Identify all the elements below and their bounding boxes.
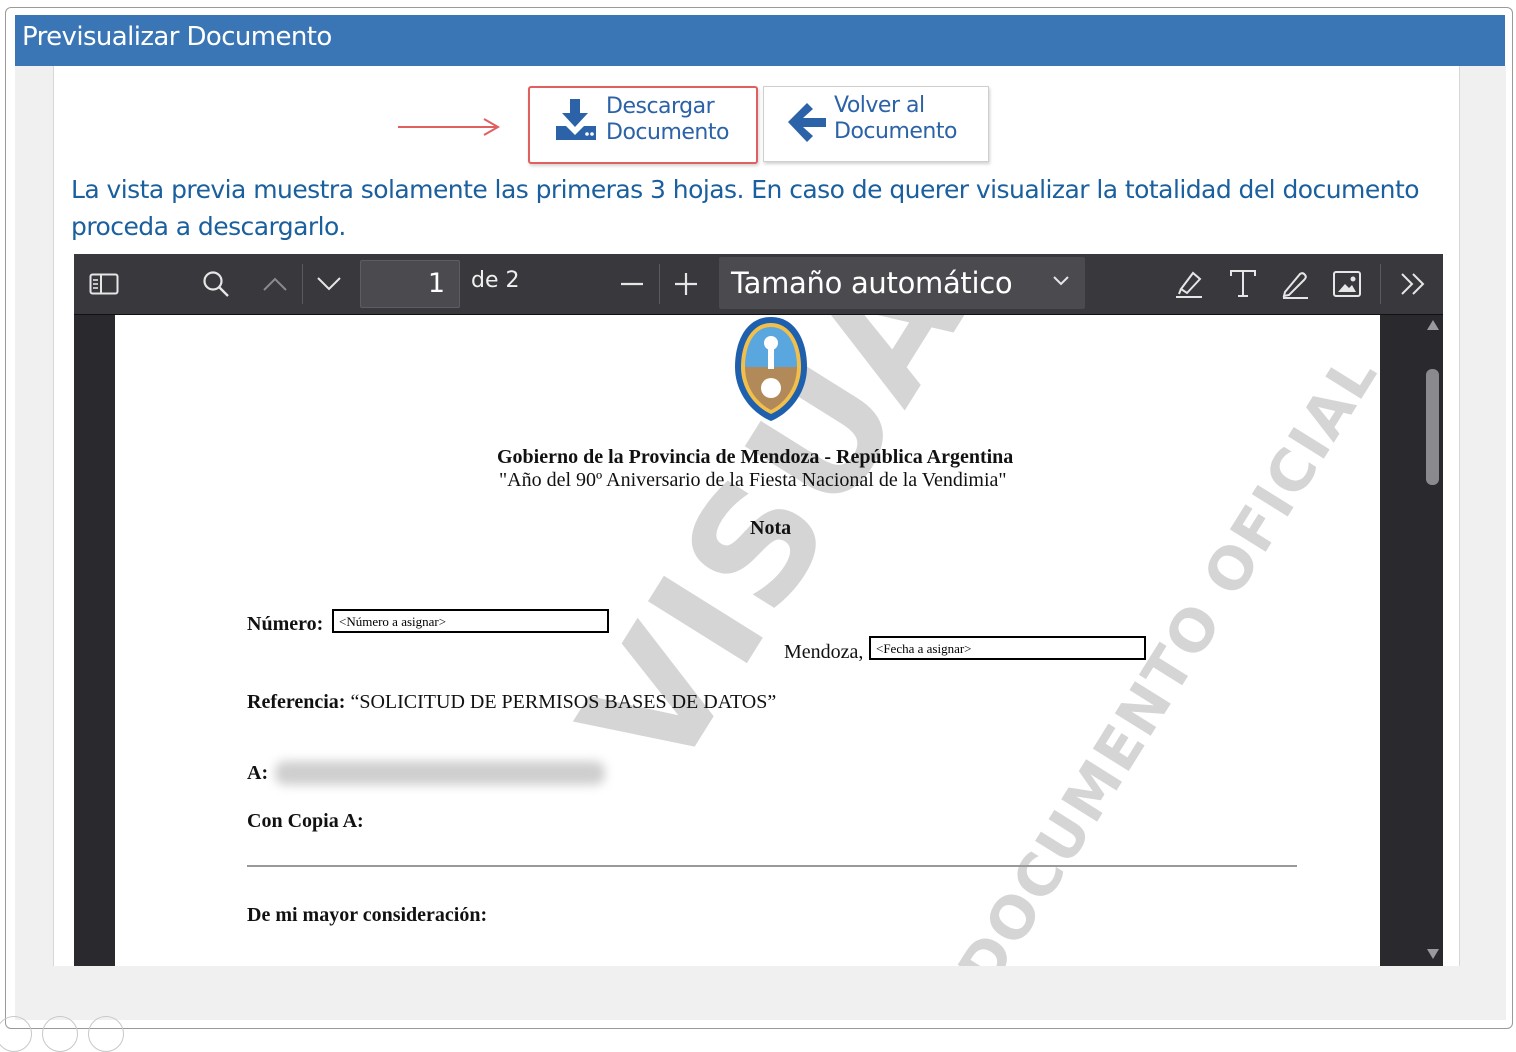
left-gutter: [15, 66, 54, 1020]
copy-label: Con Copia A:: [247, 810, 364, 832]
search-button[interactable]: [196, 254, 236, 314]
motto-line: "Año del 90º Aniversario de la Fiesta Na…: [499, 469, 1007, 491]
zoom-value: Tamaño automático: [731, 266, 1013, 300]
dialog-title: Previsualizar Documento: [22, 22, 332, 52]
download-label-line1: Descargar: [606, 94, 715, 119]
next-page-button[interactable]: [309, 254, 349, 314]
zoom-out-button[interactable]: [614, 254, 650, 314]
toolbar-separator: [659, 264, 660, 304]
highlight-icon: [1176, 271, 1202, 298]
zoom-in-button[interactable]: [668, 254, 704, 314]
nav-icon: [42, 1016, 78, 1052]
divider: [247, 865, 1297, 867]
add-image-button[interactable]: [1328, 254, 1366, 314]
referencia-line: Referencia: “SOLICITUD DE PERMISOS BASES…: [247, 691, 776, 714]
document-area[interactable]: VISUALIZACIÓN DOCUMENTO OFICIAL Gobierno…: [74, 315, 1443, 966]
image-icon: [1333, 271, 1361, 297]
text-tool-button[interactable]: [1224, 254, 1262, 314]
arrow-left-icon: [788, 103, 826, 142]
more-tools-button[interactable]: [1394, 254, 1432, 314]
highlight-button[interactable]: [1170, 254, 1208, 314]
pdf-toolbar: 1 de 2 Tamaño automático: [74, 254, 1443, 315]
document-page: VISUALIZACIÓN DOCUMENTO OFICIAL Gobierno…: [115, 315, 1380, 966]
right-gutter: [1459, 66, 1506, 1020]
page-number-input[interactable]: 1: [360, 260, 460, 308]
doc-type: Nota: [750, 517, 792, 539]
download-icon: [556, 99, 596, 140]
previous-page-icon: [263, 277, 287, 291]
pdf-viewer: 1 de 2 Tamaño automático DOCUMENTO OFICI…: [74, 254, 1443, 966]
search-icon: [203, 271, 229, 297]
back-label-line1: Volver al: [834, 93, 925, 118]
scroll-down-icon: [1427, 949, 1439, 959]
draw-button[interactable]: [1276, 254, 1314, 314]
dialog-header: Previsualizar Documento: [15, 15, 1505, 66]
download-label-line2: Documento: [606, 120, 729, 145]
place-label: Mendoza,: [784, 641, 864, 663]
zoom-in-icon: [675, 273, 697, 295]
bottom-toolbar-fragment: [0, 1016, 140, 1052]
draw-icon: [1282, 272, 1308, 299]
org-line: Gobierno de la Provincia de Mendoza - Re…: [497, 446, 1014, 468]
download-document-button[interactable]: Descargar Documento: [528, 86, 758, 164]
preview-notice: La vista previa muestra solamente las pr…: [71, 175, 1420, 241]
download-button-label: Descargar Documento: [606, 94, 729, 146]
toolbar-separator: [1380, 264, 1381, 304]
back-button-label: Volver al Documento: [834, 93, 957, 145]
numero-label: Número:: [247, 613, 324, 635]
back-to-document-button[interactable]: Volver al Documento: [763, 86, 989, 162]
more-tools-icon: [1401, 273, 1425, 295]
sidebar-toggle-button[interactable]: [84, 254, 124, 314]
pointer-arrow-icon: [398, 118, 501, 136]
recipient-label: A:: [247, 762, 269, 784]
next-page-icon: [317, 277, 341, 291]
back-label-line2: Documento: [834, 119, 957, 144]
more-icon: [88, 1016, 124, 1052]
greeting: De mi mayor consideración:: [247, 904, 488, 926]
zoom-out-icon: [621, 282, 643, 286]
numero-field: <Número a asignar>: [332, 609, 609, 633]
zoom-icon: [0, 1016, 32, 1052]
scrollbar-thumb[interactable]: [1426, 369, 1439, 485]
text-icon: [1230, 270, 1256, 297]
fecha-field: <Fecha a asignar>: [869, 636, 1146, 660]
provincial-coat-of-arms-icon: [735, 317, 807, 421]
chevron-down-icon: [1053, 276, 1069, 286]
page-count: de 2: [471, 268, 520, 293]
toolbar-separator: [302, 264, 303, 304]
sidebar-toggle-icon: [89, 273, 119, 295]
redacted-recipient: [275, 761, 605, 785]
referencia-value: “SOLICITUD DE PERMISOS BASES DE DATOS”: [350, 691, 777, 713]
previous-page-button[interactable]: [255, 254, 295, 314]
referencia-label: Referencia:: [247, 691, 346, 713]
bottom-gutter: [15, 966, 1505, 1020]
zoom-select[interactable]: Tamaño automático: [719, 257, 1085, 309]
scroll-up-icon: [1427, 320, 1439, 330]
